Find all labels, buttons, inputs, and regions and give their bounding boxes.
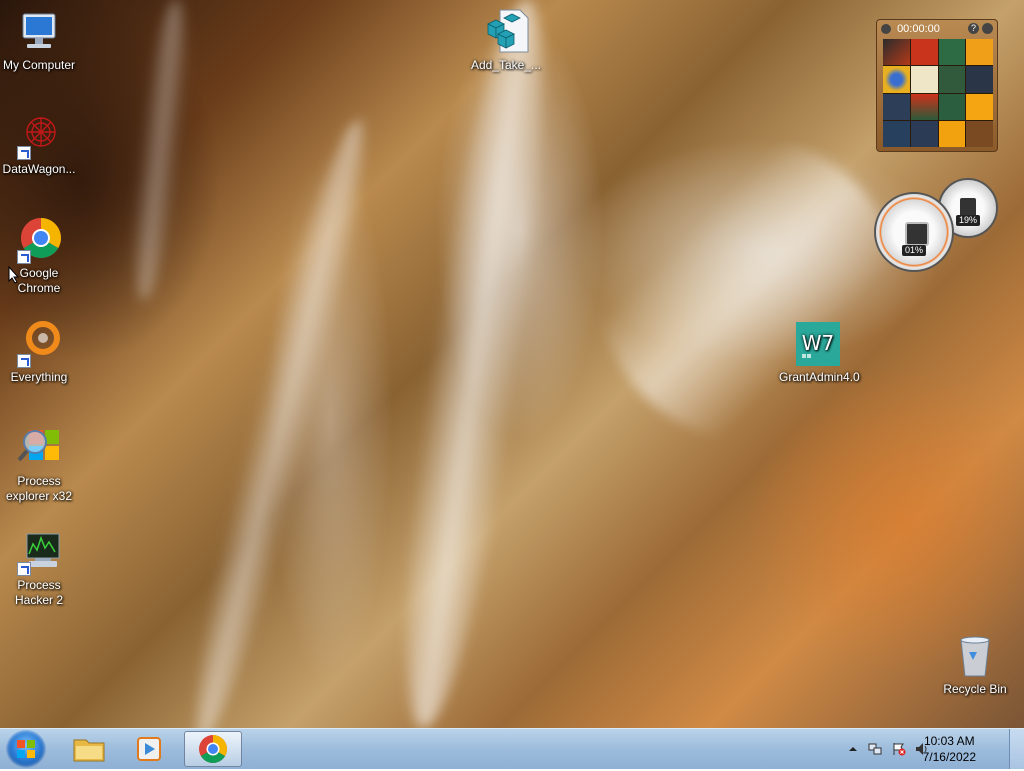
process-hacker-icon [15, 528, 63, 576]
shortcut-arrow-icon [17, 250, 31, 264]
shortcut-arrow-icon [17, 146, 31, 160]
desktop-icon-google-chrome[interactable]: Google Chrome [0, 216, 78, 296]
datawagon-icon [15, 112, 63, 160]
action-center-flag-icon[interactable] [892, 742, 906, 756]
recycle-bin-icon [951, 632, 999, 680]
taskbar: 10:03 AM 7/16/2022 [0, 728, 1024, 769]
desktop-icon-label: Recycle Bin [943, 682, 1007, 696]
desktop-icon-label: GrantAdmin4.0 [779, 370, 860, 384]
puzzle-tiles[interactable] [883, 39, 993, 147]
desktop-icon-grantadmin[interactable]: W7 GrantAdmin4.0 [779, 320, 860, 385]
puzzle-help-button[interactable]: ? [968, 23, 979, 34]
start-button[interactable] [6, 730, 46, 768]
desktop-icon-label: My Computer [2, 58, 76, 72]
show-desktop-button[interactable] [1009, 729, 1024, 769]
desktop-icon-label: DataWagon... [2, 162, 76, 176]
clock-date: 7/16/2022 [922, 750, 976, 764]
puzzle-reset-icon[interactable] [881, 24, 891, 35]
desktop-icon-process-hacker[interactable]: Process Hacker 2 [0, 528, 78, 608]
process-explorer-icon [15, 424, 63, 472]
taskbar-media-player[interactable] [120, 731, 178, 767]
desktop-icon-recycle-bin[interactable]: Recycle Bin [936, 632, 1014, 697]
chrome-icon [15, 216, 63, 264]
desktop-icon-datawagon[interactable]: DataWagon... [0, 112, 78, 177]
desktop-icon-label: Add_Take_... [470, 58, 542, 72]
taskbar-google-chrome[interactable] [184, 731, 242, 767]
windows-logo-icon [17, 740, 35, 758]
show-hidden-icons-arrow-icon[interactable] [846, 742, 860, 756]
chrome-icon [199, 735, 227, 763]
w7-app-icon: W7 [794, 320, 842, 368]
network-icon[interactable] [868, 742, 882, 756]
computer-icon [15, 8, 63, 56]
taskbar-windows-explorer[interactable] [60, 731, 118, 767]
desktop-icon-process-explorer[interactable]: Process explorer x32 [0, 424, 78, 504]
cpu-meter-gadget[interactable]: 19% 01% [874, 178, 1000, 274]
clock-time: 10:03 AM [923, 734, 975, 748]
desktop-icon-my-computer[interactable]: My Computer [0, 8, 78, 73]
puzzle-show-picture-icon[interactable] [982, 23, 993, 34]
windows-explorer-icon [73, 739, 105, 762]
shortcut-arrow-icon [17, 354, 31, 368]
cpu-gauge: 01% [874, 192, 954, 272]
desktop-wallpaper [0, 0, 1024, 728]
desktop-icon-everything[interactable]: Everything [0, 320, 78, 385]
registry-file-icon [482, 8, 530, 56]
desktop-icon-add-take-ownership[interactable]: Add_Take_... [467, 8, 545, 73]
puzzle-timer: 00:00:00 ? [881, 22, 993, 36]
everything-icon [15, 320, 63, 368]
desktop-icon-label: Process Hacker 2 [14, 578, 64, 607]
mouse-cursor-icon [8, 266, 20, 284]
shortcut-arrow-icon [17, 562, 31, 576]
system-clock[interactable]: 10:03 AM 7/16/2022 [923, 733, 976, 765]
svg-text:W7: W7 [802, 331, 835, 355]
desktop-icon-label: Everything [10, 370, 68, 384]
media-player-icon [137, 737, 161, 761]
picture-puzzle-gadget[interactable]: 00:00:00 ? [876, 19, 998, 152]
desktop-icon-label: Process explorer x32 [5, 474, 73, 503]
